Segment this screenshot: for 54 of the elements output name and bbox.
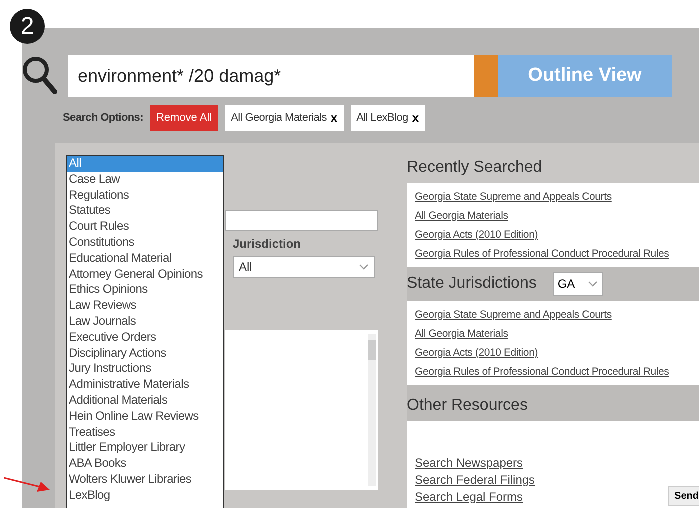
list-option[interactable]: Treatises [67,424,223,440]
list-option[interactable]: Law Journals [67,314,223,330]
list-option[interactable]: Educational Material [67,250,223,267]
content-type-list[interactable] [66,155,224,508]
list-option[interactable]: Littler Employer Library [67,440,223,456]
jurisdiction-select[interactable]: All [233,256,375,278]
list-option[interactable]: Case Law [67,172,223,188]
search-icon [22,56,58,96]
list-option[interactable]: LexBlog [67,488,223,504]
search-options-label: Search Options: [63,112,144,124]
recent-search-link[interactable]: All Georgia Materials [415,207,698,226]
text-field[interactable] [225,210,378,231]
scrollbar[interactable] [368,334,376,486]
section-heading: State Jurisdictions [407,275,537,293]
step-number-badge: 2 [10,9,45,44]
remove-all-button[interactable]: Remove All [150,105,218,131]
list-option[interactable]: Attorney General Opinions [67,266,223,282]
list-option[interactable]: Disciplinary Actions [67,346,223,362]
list-option[interactable]: Regulations [67,188,223,204]
jurisdiction-link[interactable]: Georgia Acts (2010 Edition) [415,344,698,363]
list-option[interactable]: Ethics Opinions [67,282,223,298]
search-field-accent [474,55,498,97]
recent-search-link[interactable]: Georgia Acts (2010 Edition) [415,226,698,245]
resource-link[interactable]: Search Legal Forms [415,489,536,506]
filter-chip-label: All Georgia Materials [231,112,327,124]
resource-link[interactable]: Search Federal Filings [415,472,536,489]
section-heading: Recently Searched [407,158,544,178]
list-option[interactable]: Court Rules [67,219,223,235]
list-option[interactable]: Administrative Materials [67,377,223,393]
chevron-down-icon [359,264,369,270]
resource-link[interactable]: Search Newspapers [415,455,536,472]
chevron-down-icon [588,281,598,287]
list-option[interactable]: Constitutions [67,234,223,251]
recent-search-link[interactable]: Georgia State Supreme and Appeals Courts [415,188,698,207]
remove-chip-button[interactable]: x [412,111,420,125]
jurisdiction-link[interactable]: Georgia State Supreme and Appeals Courts [415,306,698,325]
state-select[interactable]: GA [552,272,603,296]
list-option[interactable]: Jury Instructions [67,361,223,378]
list-option[interactable]: Statutes [67,203,223,220]
jurisdiction-label: Jurisdiction [233,237,302,251]
remove-chip-button[interactable]: x [330,111,338,125]
recent-search-link[interactable]: Georgia Rules of Professional Conduct Procedural Rules [415,245,698,264]
search-field[interactable]: environment* /20 damag* [68,55,474,97]
list-option[interactable]: ABA Books [67,456,223,472]
section-heading: Other Resources [407,385,699,421]
list-option[interactable]: Executive Orders [67,330,223,346]
filter-chip-label: All LexBlog [356,112,408,124]
list-option[interactable]: Wolters Kluwer Libraries [67,472,223,488]
jurisdiction-link[interactable]: All Georgia Materials [415,325,698,344]
send-button[interactable]: Send [668,486,699,506]
list-option[interactable]: Law Reviews [67,298,223,314]
jurisdiction-link[interactable]: Georgia Rules of Professional Conduct Procedural Rules [415,363,698,382]
list-option[interactable]: Hein Online Law Reviews [67,408,223,425]
list-option[interactable]: Additional Materials [67,392,223,409]
